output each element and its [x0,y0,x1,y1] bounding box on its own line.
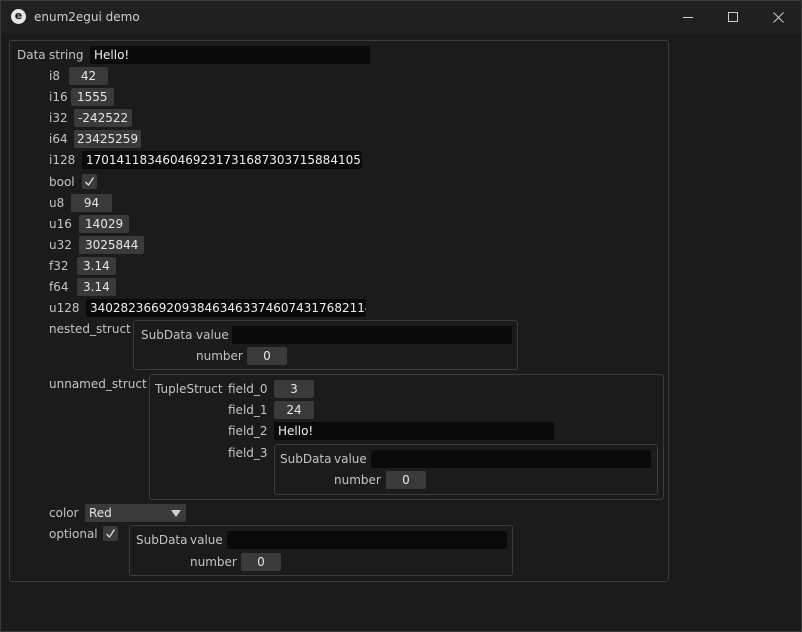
color-label: color [49,506,79,520]
field-3-subdata-type-label: SubData [280,452,332,466]
field-2-label: field_2 [228,424,268,438]
string-label: string [49,48,84,62]
i32-label: i32 [49,111,68,125]
i8-label: i8 [49,69,60,83]
i64-drag-value[interactable]: 23425259 [74,130,142,148]
u16-label: u16 [49,217,72,231]
i16-label: i16 [49,90,68,104]
i16-drag-value[interactable]: 1555 [71,88,114,106]
i128-input[interactable]: 170141183460469231731687303715884105727 [82,151,362,169]
i32-drag-value[interactable]: -242522 [74,109,133,127]
bool-checkbox[interactable] [82,174,97,189]
u128-input[interactable]: 340282366920938463463374607431768211455 [86,299,366,317]
data-type-label: Data [17,48,46,62]
maximize-icon [728,12,738,22]
close-icon [772,11,784,23]
u8-label: u8 [49,196,65,210]
field-0-label: field_0 [228,382,268,396]
nested-number-label: number [196,349,243,363]
f64-label: f64 [49,280,69,294]
f32-drag-value[interactable]: 3.14 [77,257,116,275]
field-3-number-label: number [334,473,381,487]
optional-checkbox[interactable] [103,526,118,541]
nested-subdata-type-label: SubData [141,328,193,342]
checkmark-icon [106,529,116,539]
optional-value-input[interactable] [227,531,507,549]
f64-drag-value[interactable]: 3.14 [77,278,116,296]
optional-value-label: value [190,533,223,547]
unnamed-struct-label: unnamed_struct [49,377,147,391]
tuple-struct-type-label: TupleStruct [155,382,223,396]
u32-drag-value[interactable]: 3025844 [79,236,145,254]
app-logo-icon: e [11,9,26,24]
minimize-button[interactable] [665,1,711,33]
bool-label: bool [49,175,75,189]
close-button[interactable] [755,1,801,33]
optional-label: optional [49,527,98,541]
i8-drag-value[interactable]: 42 [69,67,108,85]
field-2-input[interactable]: Hello! [274,422,554,440]
optional-number-drag-value[interactable]: 0 [241,553,281,571]
optional-subdata-type-label: SubData [136,533,188,547]
color-combo-box[interactable]: Red [85,504,186,522]
i64-label: i64 [49,132,68,146]
u16-drag-value[interactable]: 14029 [79,215,130,233]
nested-value-input[interactable] [232,326,512,344]
field-3-number-drag-value[interactable]: 0 [386,471,426,489]
nested-value-label: value [196,328,229,342]
nested-struct-label: nested_struct [49,322,131,336]
field-1-drag-value[interactable]: 24 [274,401,314,419]
u128-label: u128 [49,301,80,315]
field-1-label: field_1 [228,403,268,417]
minimize-icon [683,17,693,18]
u8-drag-value[interactable]: 94 [71,194,112,212]
app-window: e enum2egui demo Data string Hello! i8 4… [0,0,802,632]
optional-number-label: number [190,555,237,569]
chevron-down-icon [171,510,181,517]
field-3-label: field_3 [228,446,268,460]
u32-label: u32 [49,238,72,252]
color-selected-value: Red [89,506,112,520]
f32-label: f32 [49,259,69,273]
title-bar[interactable]: e enum2egui demo [1,1,801,33]
maximize-button[interactable] [710,1,756,33]
field-3-value-input[interactable] [371,450,651,468]
string-input[interactable]: Hello! [90,46,370,64]
field-0-drag-value[interactable]: 3 [274,380,314,398]
checkmark-icon [85,177,95,187]
i128-label: i128 [49,153,76,167]
nested-number-drag-value[interactable]: 0 [247,347,287,365]
field-3-value-label: value [334,452,367,466]
window-title: enum2egui demo [34,10,140,24]
